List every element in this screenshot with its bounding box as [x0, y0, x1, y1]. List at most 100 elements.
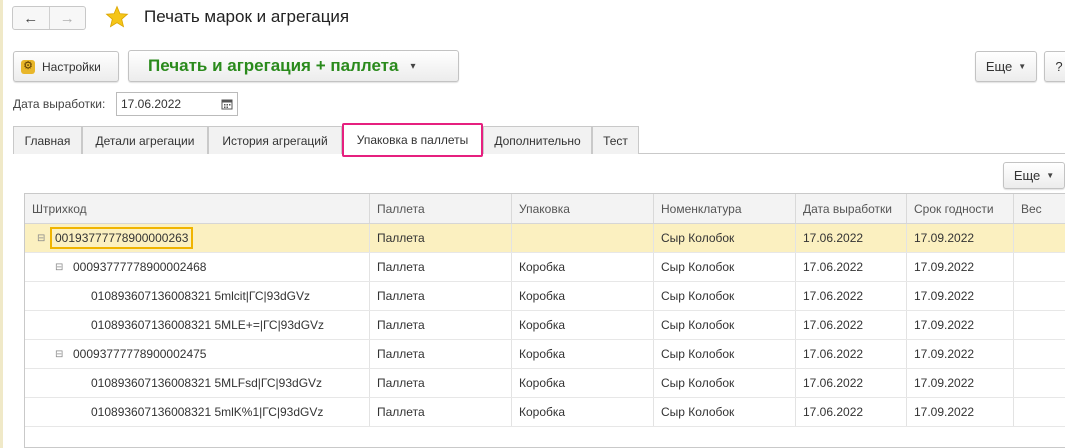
package-cell: Коробка	[512, 253, 654, 281]
forward-button[interactable]: →	[50, 7, 86, 29]
settings-button[interactable]: ⚙ Настройки	[13, 51, 119, 82]
table-more-button[interactable]: Еще ▼	[1003, 162, 1065, 189]
barcode-cell: ⊟ 00093777778900002468	[25, 253, 370, 281]
window-left-edge	[0, 0, 3, 448]
column-header-expiry-date[interactable]: Срок годности	[907, 194, 1014, 223]
table-row[interactable]: 010893607136008321 5mlK%1|ГС|93dGVz Палл…	[25, 398, 1065, 427]
expiry-date-cell: 17.09.2022	[907, 398, 1014, 426]
pallet-cell: Паллета	[370, 282, 512, 310]
pallet-cell: Паллета	[370, 311, 512, 339]
help-button[interactable]: ?	[1044, 51, 1065, 82]
expiry-date-cell: 17.09.2022	[907, 311, 1014, 339]
window-title: Печать марок и агрегация	[144, 7, 350, 26]
package-cell: Коробка	[512, 311, 654, 339]
pallet-cell: Паллета	[370, 398, 512, 426]
barcode-cell: 010893607136008321 5MLE+=|ГС|93dGVz	[25, 311, 370, 339]
more-button-label: Еще	[985, 59, 1013, 74]
pallet-cell: Паллета	[370, 369, 512, 397]
arrow-left-icon: ←	[23, 9, 39, 27]
expiry-date-cell: 17.09.2022	[907, 224, 1014, 252]
column-header-pallet[interactable]: Паллета	[370, 194, 512, 223]
barcode-cell: ⊟ 00093777778900002475	[25, 340, 370, 368]
table-row[interactable]: 010893607136008321 5MLE+=|ГС|93dGVz Палл…	[25, 311, 1065, 340]
column-header-item[interactable]: Номенклатура	[654, 194, 796, 223]
barcode-value: 010893607136008321 5mlK%1|ГС|93dGVz	[91, 405, 324, 419]
column-header-barcode[interactable]: Штрихкод	[25, 194, 370, 223]
production-date-cell: 17.06.2022	[796, 311, 907, 339]
package-cell: Коробка	[512, 398, 654, 426]
navigation-buttons: ← →	[12, 6, 86, 30]
production-date-cell: 17.06.2022	[796, 224, 907, 252]
production-date-cell: 17.06.2022	[796, 282, 907, 310]
package-cell: Коробка	[512, 282, 654, 310]
package-cell	[512, 224, 654, 252]
package-cell: Коробка	[512, 340, 654, 368]
tab-test[interactable]: Тест	[592, 126, 639, 154]
production-date-cell: 17.06.2022	[796, 398, 907, 426]
barcode-cell: 010893607136008321 5MLFsd|ГС|93dGVz	[25, 369, 370, 397]
item-cell: Сыр Колобок	[654, 398, 796, 426]
print-aggregation-pallet-button[interactable]: Печать и агрегация + паллета ▾	[128, 50, 459, 82]
expiry-date-cell: 17.09.2022	[907, 369, 1014, 397]
expiry-date-cell: 17.09.2022	[907, 253, 1014, 281]
weight-cell	[1014, 340, 1065, 368]
production-date-cell: 17.06.2022	[796, 369, 907, 397]
pallet-cell: Паллета	[370, 340, 512, 368]
production-date-label: Дата выработки:	[13, 97, 106, 111]
production-date-cell: 17.06.2022	[796, 340, 907, 368]
package-cell: Коробка	[512, 369, 654, 397]
settings-button-label: Настройки	[42, 59, 101, 74]
back-button[interactable]: ←	[13, 7, 50, 29]
pallet-cell: Паллета	[370, 224, 512, 252]
pallet-cell: Паллета	[370, 253, 512, 281]
production-date-input[interactable]	[117, 93, 215, 115]
barcode-value: 010893607136008321 5MLFsd|ГС|93dGVz	[91, 376, 323, 390]
barcode-value: 00093777778900002475	[73, 347, 207, 361]
calendar-icon	[221, 99, 233, 110]
table-row[interactable]: 010893607136008321 5MLFsd|ГС|93dGVz Палл…	[25, 369, 1065, 398]
column-header-production-date[interactable]: Дата выработки	[796, 194, 907, 223]
help-button-label: ?	[1055, 59, 1063, 74]
expiry-date-cell: 17.09.2022	[907, 282, 1014, 310]
weight-cell	[1014, 224, 1065, 252]
collapse-icon[interactable]: ⊟	[55, 349, 67, 360]
table-row[interactable]: ⊟ 00193777778900000263 Паллета Сыр Колоб…	[25, 224, 1065, 253]
item-cell: Сыр Колобок	[654, 224, 796, 252]
item-cell: Сыр Колобок	[654, 340, 796, 368]
production-date-field	[116, 92, 238, 116]
table-more-button-label: Еще	[1013, 168, 1041, 183]
table-row[interactable]: 010893607136008321 5mlcit|ГС|93dGVz Палл…	[25, 282, 1065, 311]
weight-cell	[1014, 253, 1065, 281]
print-aggregation-pallet-label: Печать и агрегация + паллета	[148, 56, 399, 75]
gear-icon: ⚙	[21, 59, 35, 74]
calendar-button[interactable]	[217, 93, 237, 115]
tab-aggregation-history[interactable]: История агрегаций	[208, 126, 342, 154]
weight-cell	[1014, 398, 1065, 426]
weight-cell	[1014, 311, 1065, 339]
table-header: Штрихкод Паллета Упаковка Номенклатура Д…	[25, 194, 1065, 224]
collapse-icon[interactable]: ⊟	[37, 233, 49, 244]
expiry-date-cell: 17.09.2022	[907, 340, 1014, 368]
favorite-button[interactable]	[103, 3, 131, 31]
chevron-down-icon: ▼	[1046, 171, 1055, 180]
barcode-value: 010893607136008321 5MLE+=|ГС|93dGVz	[91, 318, 325, 332]
more-button[interactable]: Еще ▼	[975, 51, 1037, 82]
tab-aggregation-details[interactable]: Детали агрегации	[82, 126, 208, 154]
table-row[interactable]: ⊟ 00093777778900002468 Паллета Коробка С…	[25, 253, 1065, 282]
table-row[interactable]: ⊟ 00093777778900002475 Паллета Коробка С…	[25, 340, 1065, 369]
item-cell: Сыр Колобок	[654, 282, 796, 310]
tab-main[interactable]: Главная	[13, 126, 82, 154]
tab-pallet-packing[interactable]: Упаковка в паллеты	[342, 123, 483, 157]
column-header-weight[interactable]: Вес	[1014, 194, 1065, 223]
item-cell: Сыр Колобок	[654, 311, 796, 339]
collapse-icon[interactable]: ⊟	[55, 262, 67, 273]
star-icon	[105, 5, 129, 28]
tab-additional[interactable]: Дополнительно	[483, 126, 592, 154]
barcode-cell: 010893607136008321 5mlK%1|ГС|93dGVz	[25, 398, 370, 426]
barcode-value: 010893607136008321 5mlcit|ГС|93dGVz	[91, 289, 311, 303]
chevron-down-icon: ▼	[1018, 62, 1027, 71]
arrow-right-icon: →	[59, 9, 75, 27]
column-header-package[interactable]: Упаковка	[512, 194, 654, 223]
weight-cell	[1014, 369, 1065, 397]
barcode-cell: ⊟ 00193777778900000263	[25, 224, 370, 252]
